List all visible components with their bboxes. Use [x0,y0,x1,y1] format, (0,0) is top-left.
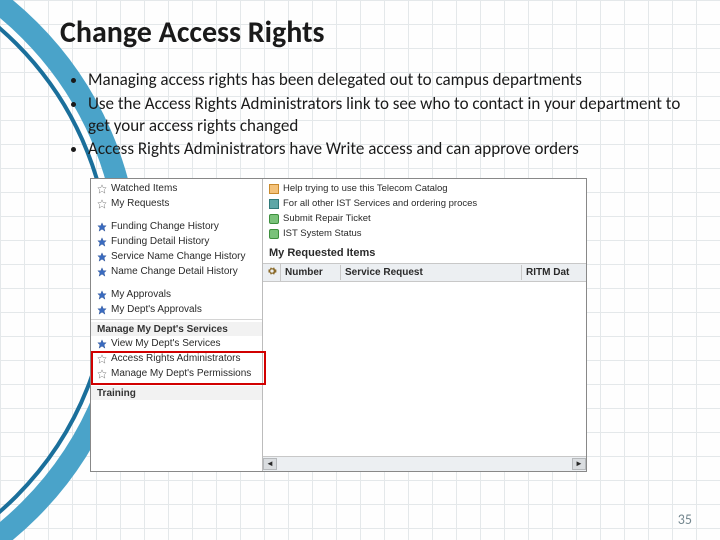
help-link-system-status[interactable]: IST System Status [263,226,586,241]
sidebar-item-watched[interactable]: Watched Items [91,181,262,196]
sidebar-item-manage-my-depts-permissions[interactable]: Manage My Dept's Permissions [91,366,262,381]
sidebar-item-funding-detail-history[interactable]: Funding Detail History [91,234,262,249]
sidebar-item-name-change-detail-history[interactable]: Name Change Detail History [91,264,262,279]
scroll-left-button[interactable]: ◄ [263,458,277,470]
horizontal-scrollbar[interactable]: ◄ ► [263,456,586,471]
column-service-request[interactable]: Service Request [341,265,522,280]
sidebar-item-label: Service Name Change History [111,250,246,263]
help-link-ist-services[interactable]: For all other IST Services and ordering … [263,196,586,211]
sidebar-item-label: Funding Detail History [111,235,209,248]
book-icon [269,199,279,209]
star-icon [97,290,107,300]
sidebar-item-depts-approvals[interactable]: My Dept's Approvals [91,302,262,317]
star-icon [97,369,107,379]
star-icon [97,339,107,349]
star-icon [97,305,107,315]
sidebar-section-manage: Manage My Dept's Services [91,322,262,336]
star-icon [97,199,107,209]
help-link-label: Submit Repair Ticket [283,212,371,225]
main-panel: Help trying to use this Telecom Catalog … [263,179,586,471]
help-link-label: Help trying to use this Telecom Catalog [283,182,448,195]
sidebar-section-training: Training [91,386,262,400]
star-icon [97,184,107,194]
sidebar-item-label: Watched Items [111,182,177,195]
ticket-icon [269,214,279,224]
star-icon [97,252,107,262]
star-icon [97,237,107,247]
sidebar-item-label: Manage My Dept's Permissions [111,367,251,380]
scroll-right-button[interactable]: ► [572,458,586,470]
status-icon [269,229,279,239]
column-number[interactable]: Number [281,265,341,280]
help-link-label: For all other IST Services and ordering … [283,197,477,210]
help-link-label: IST System Status [283,227,362,240]
table-header: Number Service Request RITM Dat [263,263,586,282]
sidebar-item-label: Funding Change History [111,220,219,233]
sidebar-item-my-approvals[interactable]: My Approvals [91,287,262,302]
table-title: My Requested Items [263,241,586,263]
bullet-item: Use the Access Rights Administrators lin… [88,93,690,137]
sidebar-item-myrequests[interactable]: My Requests [91,196,262,211]
gear-icon [267,266,277,276]
column-ritm-date[interactable]: RITM Dat [522,265,586,280]
gear-column[interactable] [263,264,281,281]
sidebar-item-access-rights-administrators[interactable]: Access Rights Administrators [91,351,262,366]
sidebar-item-label: Access Rights Administrators [111,352,241,365]
page-title: Change Access Rights [60,14,690,51]
sidebar-item-label: My Dept's Approvals [111,303,202,316]
page-number: 35 [678,511,692,528]
help-link-repair-ticket[interactable]: Submit Repair Ticket [263,211,586,226]
star-icon [97,222,107,232]
bullet-list: Managing access rights has been delegate… [60,69,690,160]
sidebar-item-service-name-change-history[interactable]: Service Name Change History [91,249,262,264]
sidebar-item-funding-change-history[interactable]: Funding Change History [91,219,262,234]
sidebar-item-label: View My Dept's Services [111,337,221,350]
sidebar: Watched Items My Requests Funding Change… [91,179,263,471]
help-link-catalog[interactable]: Help trying to use this Telecom Catalog [263,181,586,196]
star-icon [97,354,107,364]
bullet-item: Managing access rights has been delegate… [88,69,690,91]
bullet-item: Access Rights Administrators have Write … [88,138,690,160]
sidebar-item-label: My Approvals [111,288,171,301]
embedded-app-screenshot: Watched Items My Requests Funding Change… [90,178,587,472]
star-icon [97,267,107,277]
sidebar-item-label: Name Change Detail History [111,265,238,278]
help-icon [269,184,279,194]
sidebar-item-label: My Requests [111,197,169,210]
sidebar-item-view-my-depts-services[interactable]: View My Dept's Services [91,336,262,351]
